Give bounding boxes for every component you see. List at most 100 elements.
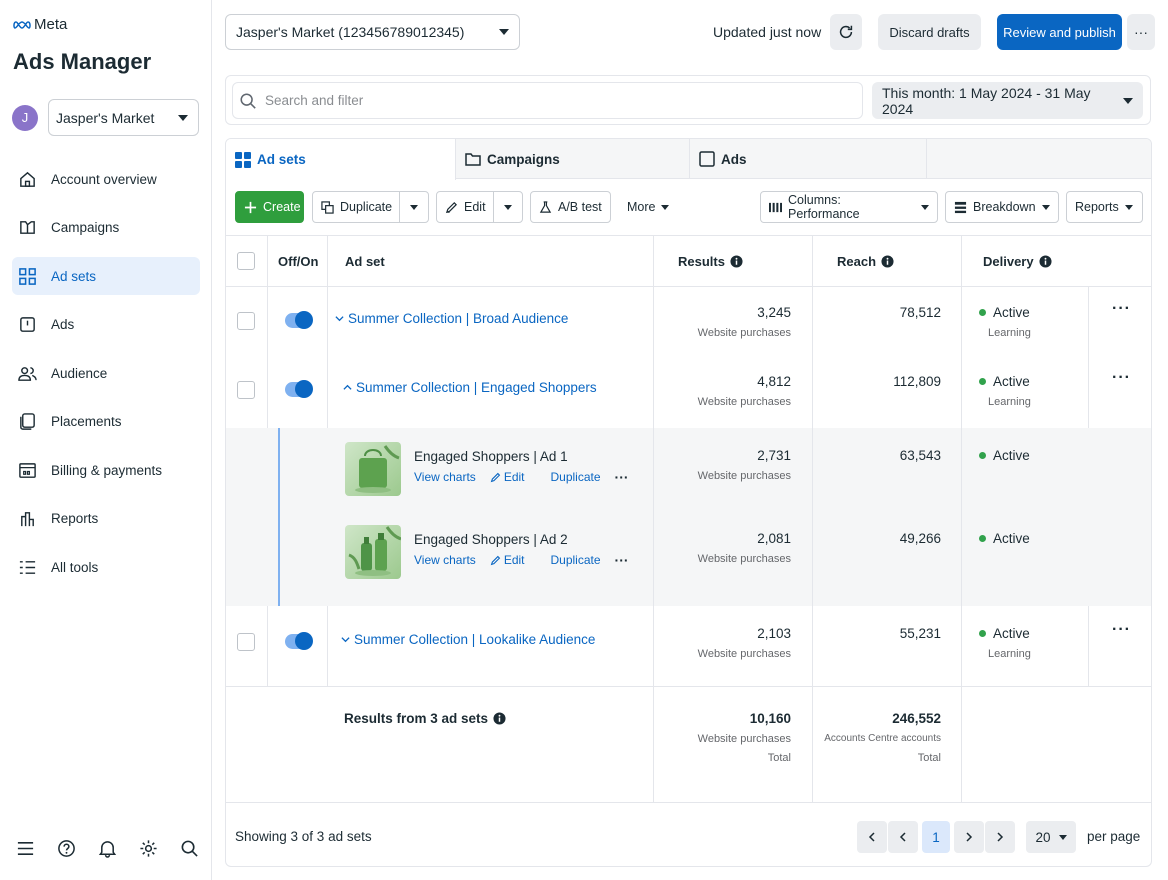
refresh-button[interactable] — [830, 14, 862, 50]
ad-set-name[interactable]: Summer Collection | Broad Audience — [335, 311, 568, 326]
breakdown-button[interactable]: Breakdown — [945, 191, 1059, 223]
billing-icon — [18, 461, 37, 480]
ad-more-button[interactable]: ··· — [615, 552, 629, 568]
more-options-button[interactable]: ··· — [1127, 14, 1155, 50]
sidebar-item-placements[interactable]: Placements — [12, 403, 200, 441]
chevron-down-icon — [1123, 97, 1133, 104]
reports-button[interactable]: Reports — [1066, 191, 1143, 223]
sidebar-nav: Account overview Campaigns Ad sets Ads A… — [12, 160, 200, 597]
results-value: 2,103 — [757, 626, 791, 641]
divider — [226, 686, 1151, 687]
column-header-off-on[interactable]: Off/On — [278, 236, 318, 286]
column-header-results[interactable]: Results — [678, 236, 743, 286]
discard-drafts-button[interactable]: Discard drafts — [878, 14, 981, 50]
edit-link[interactable]: Edit — [490, 553, 525, 567]
ad-set-link: Summer Collection | Engaged Shoppers — [356, 380, 597, 395]
chevron-up-icon — [343, 383, 352, 392]
row-checkbox[interactable] — [237, 312, 255, 330]
edit-button[interactable]: Edit — [436, 191, 494, 223]
create-button[interactable]: Create — [235, 191, 304, 223]
duplicate-link[interactable]: Duplicate — [551, 470, 601, 484]
tab-campaigns[interactable]: Campaigns — [456, 139, 690, 179]
tab-label: Ad sets — [257, 152, 306, 167]
on-off-toggle[interactable] — [285, 380, 313, 398]
chevron-down-icon — [410, 204, 418, 210]
sidebar-item-reports[interactable]: Reports — [12, 500, 200, 538]
per-page-select[interactable]: 20 — [1026, 821, 1076, 853]
ad-thumbnail-bottles[interactable] — [345, 525, 401, 579]
meta-logo[interactable]: Meta — [13, 16, 67, 33]
first-page-button[interactable] — [857, 821, 887, 853]
summary-reach-value: 246,552 — [892, 711, 941, 726]
help-icon[interactable] — [57, 839, 76, 858]
bell-icon[interactable] — [98, 839, 117, 858]
status-dot — [979, 535, 986, 542]
ad-more-button[interactable]: ··· — [615, 469, 629, 485]
menu-icon[interactable] — [16, 839, 35, 858]
sidebar-item-campaigns[interactable]: Campaigns — [12, 209, 200, 247]
date-range-select[interactable]: This month: 1 May 2024 - 31 May 2024 — [872, 82, 1143, 119]
duplicate-dropdown-button[interactable] — [399, 191, 429, 223]
column-header-ad-set[interactable]: Ad set — [345, 236, 385, 286]
delivery-substatus: Learning — [988, 648, 1031, 660]
row-more-button[interactable]: ··· — [1112, 300, 1131, 318]
edit-dropdown-button[interactable] — [493, 191, 523, 223]
view-charts-link[interactable]: View charts — [414, 470, 476, 484]
review-and-publish-button[interactable]: Review and publish — [997, 14, 1122, 50]
chevron-left-icon — [867, 832, 877, 842]
sidebar-item-account-overview[interactable]: Account overview — [12, 160, 200, 198]
last-page-button[interactable] — [985, 821, 1015, 853]
tab-ad-sets[interactable]: Ad sets — [226, 139, 456, 180]
toolbar: Create Duplicate Edit A/B test More Colu… — [226, 179, 1151, 236]
pencil-icon — [445, 201, 458, 214]
account-select[interactable]: Jasper's Market — [48, 99, 199, 136]
row-more-button[interactable]: ··· — [1112, 621, 1131, 639]
info-icon — [881, 254, 894, 268]
status-dot — [979, 630, 986, 637]
edit-link[interactable]: Edit — [490, 470, 525, 484]
reach-value: 49,266 — [899, 531, 941, 546]
view-charts-link[interactable]: View charts — [414, 553, 476, 567]
column-header-label: Delivery — [983, 253, 1034, 269]
column-header-delivery[interactable]: Delivery — [983, 236, 1052, 286]
sidebar-item-audience[interactable]: Audience — [12, 354, 200, 392]
delivery-status: Active — [993, 305, 1030, 320]
sidebar: Meta Ads Manager J Jasper's Market Accou… — [0, 0, 212, 880]
sidebar-item-billing[interactable]: Billing & payments — [12, 451, 200, 489]
sidebar-item-all-tools[interactable]: All tools — [12, 548, 200, 586]
row-more-button[interactable]: ··· — [1112, 369, 1131, 387]
ad-actions: View charts Edit Duplicate ··· — [414, 469, 629, 485]
on-off-toggle[interactable] — [285, 311, 313, 329]
columns-button[interactable]: Columns: Performance — [760, 191, 938, 223]
level-tabs: Ad sets Campaigns Ads — [226, 139, 1151, 180]
ad-set-name[interactable]: Summer Collection | Engaged Shoppers — [343, 380, 597, 395]
grid-icon — [18, 267, 37, 286]
columns-label: Columns: Performance — [788, 193, 860, 221]
settings-icon[interactable] — [139, 839, 158, 858]
ab-test-button[interactable]: A/B test — [530, 191, 611, 223]
search-icon[interactable] — [180, 839, 199, 858]
column-header-reach[interactable]: Reach — [837, 236, 894, 286]
sidebar-item-ads[interactable]: Ads — [12, 306, 200, 344]
next-page-button[interactable] — [954, 821, 984, 853]
tab-ads[interactable]: Ads — [690, 139, 927, 179]
search-input[interactable]: Search and filter — [232, 82, 863, 119]
delivery-substatus: Learning — [988, 327, 1031, 339]
on-off-toggle[interactable] — [285, 632, 313, 650]
sidebar-item-ad-sets[interactable]: Ad sets — [12, 257, 200, 295]
duplicate-link[interactable]: Duplicate — [551, 553, 601, 567]
select-all-checkbox[interactable] — [237, 252, 255, 270]
row-checkbox[interactable] — [237, 633, 255, 651]
ad-set-name[interactable]: Summer Collection | Lookalike Audience — [341, 632, 595, 647]
row-checkbox[interactable] — [237, 381, 255, 399]
duplicate-button[interactable]: Duplicate — [312, 191, 400, 223]
page-number-button[interactable]: 1 — [922, 821, 950, 853]
tab-label: Campaigns — [487, 151, 560, 167]
more-button[interactable]: More — [618, 191, 678, 223]
ad-thumbnail-bag[interactable] — [345, 442, 401, 496]
status-dot — [979, 309, 986, 316]
meta-logo-icon — [13, 20, 31, 29]
prev-page-button[interactable] — [888, 821, 918, 853]
ad-account-select[interactable]: Jasper's Market (123456789012345) — [225, 14, 520, 50]
divider — [267, 606, 268, 686]
